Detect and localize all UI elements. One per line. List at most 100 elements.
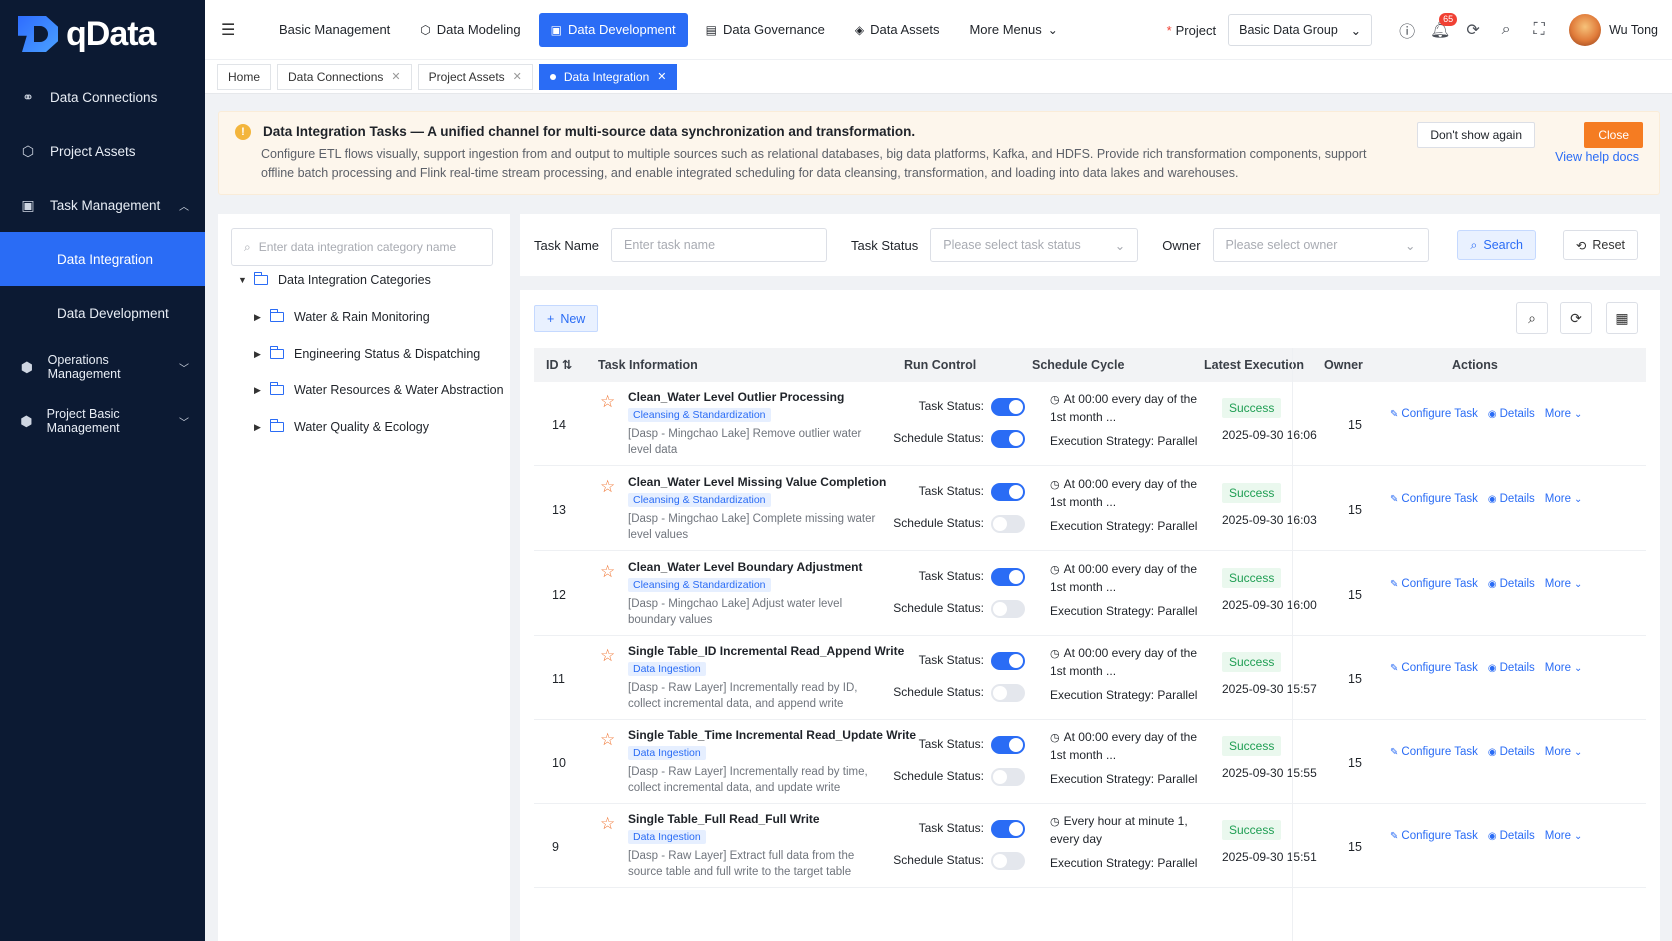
details-link[interactable]: ◉ Details [1488, 493, 1535, 505]
details-link[interactable]: ◉ Details [1488, 578, 1535, 590]
star-icon[interactable]: ☆ [600, 477, 615, 497]
task-status-select[interactable]: Please select task status ⌄ [930, 228, 1139, 262]
tree-node[interactable]: ▶ Water Quality & Ecology [254, 417, 429, 437]
configure-task-link[interactable]: ✎ Configure Task [1390, 578, 1478, 590]
more-dropdown[interactable]: More ⌄ [1545, 493, 1583, 505]
close-icon[interactable]: ✕ [513, 70, 522, 83]
close-icon[interactable]: ✕ [391, 70, 400, 83]
topnav-data-modeling[interactable]: ⬡ Data Modeling [408, 13, 532, 47]
bell-icon[interactable]: 🔔︎ 65 [1425, 13, 1458, 45]
tree-root[interactable]: ▼ Data Integration Categories [238, 270, 431, 290]
owner-select[interactable]: Please select owner ⌄ [1212, 228, 1429, 262]
sidebar-item-project-basic-management[interactable]: ⬢ Project Basic Management ﹀ [0, 394, 205, 448]
help-icon[interactable]: ⓘ [1392, 15, 1422, 45]
sidebar-item-data-connections[interactable]: ⚭ Data Connections [0, 70, 205, 124]
sidebar-item-project-assets[interactable]: ⬡ Project Assets [0, 124, 205, 178]
task-name-input[interactable]: Enter task name [611, 228, 828, 262]
schedule-status-toggle[interactable] [991, 600, 1025, 618]
avatar[interactable] [1569, 14, 1602, 46]
configure-task-link[interactable]: ✎ Configure Task [1390, 493, 1478, 505]
dont-show-again-button[interactable]: Don't show again [1417, 122, 1535, 148]
tab-project-assets[interactable]: Project Assets ✕ [417, 63, 533, 90]
refresh-icon[interactable]: ⟳ [1458, 15, 1488, 45]
configure-task-link[interactable]: ✎ Configure Task [1390, 746, 1478, 758]
menu-toggle-icon[interactable]: ☰ [221, 20, 237, 40]
header-task-info: Task Information [598, 358, 698, 372]
task-name[interactable]: Clean_Water Level Missing Value Completi… [628, 475, 886, 489]
tab-home[interactable]: Home [217, 63, 272, 90]
sidebar-item-operations-management[interactable]: ⬢ Operations Management ﹀ [0, 340, 205, 394]
close-notice-button[interactable]: Close [1584, 122, 1643, 148]
schedule-status-toggle[interactable] [991, 684, 1025, 702]
edit-icon: ✎ [1390, 578, 1399, 590]
star-icon[interactable]: ☆ [600, 646, 615, 666]
more-dropdown[interactable]: More ⌄ [1545, 578, 1583, 590]
configure-task-link[interactable]: ✎ Configure Task [1390, 408, 1478, 420]
task-name[interactable]: Single Table_Time Incremental Read_Updat… [628, 728, 916, 742]
new-task-button[interactable]: + New [534, 305, 599, 332]
details-link[interactable]: ◉ Details [1488, 830, 1535, 842]
schedule-status-toggle[interactable] [991, 430, 1025, 448]
tab-data-integration[interactable]: Data Integration ✕ [538, 63, 678, 90]
search-icon[interactable]: ⌕ [1491, 15, 1521, 45]
search-icon[interactable]: ⌕ [1516, 302, 1548, 334]
search-button[interactable]: ⌕ Search [1457, 230, 1536, 260]
topnav-data-governance[interactable]: ▤ Data Governance [694, 13, 837, 47]
task-status-toggle[interactable] [991, 652, 1025, 670]
sidebar-item-data-integration[interactable]: Data Integration [0, 232, 205, 286]
topnav-data-assets[interactable]: ◈ Data Assets [843, 13, 952, 47]
logo[interactable]: qData [0, 0, 205, 68]
task-name[interactable]: Single Table_ID Incremental Read_Append … [628, 644, 904, 658]
logo-text: qData [66, 14, 156, 53]
grid-view-icon[interactable]: ▦ [1606, 302, 1638, 334]
tree-node[interactable]: ▶ Water Resources & Water Abstraction [254, 380, 504, 400]
close-icon[interactable]: ✕ [657, 70, 666, 83]
star-icon[interactable]: ☆ [600, 814, 615, 834]
reset-button[interactable]: ⟲ Reset [1562, 230, 1638, 260]
header-owner: Owner [1324, 358, 1363, 372]
tab-data-connections[interactable]: Data Connections ✕ [277, 63, 412, 90]
tree-node[interactable]: ▶ Engineering Status & Dispatching [254, 344, 480, 364]
folder-icon [270, 309, 284, 322]
sidebar-item-data-development[interactable]: Data Development [0, 286, 205, 340]
schedule-text: Every hour at minute 1, every day [1050, 814, 1188, 846]
configure-task-link[interactable]: ✎ Configure Task [1390, 662, 1478, 674]
topnav-data-development[interactable]: ▣ Data Development [538, 12, 688, 47]
help-docs-link[interactable]: View help docs [1555, 150, 1639, 164]
more-dropdown[interactable]: More ⌄ [1545, 662, 1583, 674]
details-link[interactable]: ◉ Details [1488, 408, 1535, 420]
schedule-status-toggle[interactable] [991, 768, 1025, 786]
task-owner: 15 [1348, 503, 1362, 517]
configure-task-link[interactable]: ✎ Configure Task [1390, 830, 1478, 842]
caret-down-icon: ▼ [238, 275, 247, 285]
star-icon[interactable]: ☆ [600, 730, 615, 750]
topnav-basic-management[interactable]: Basic Management [267, 13, 402, 47]
header-id[interactable]: ID ⇅ [546, 348, 572, 382]
more-dropdown[interactable]: More ⌄ [1545, 830, 1583, 842]
refresh-icon[interactable]: ⟳ [1560, 302, 1592, 334]
fullscreen-icon[interactable]: ⛶ [1524, 15, 1554, 45]
task-status-toggle[interactable] [991, 820, 1025, 838]
task-name[interactable]: Single Table_Full Read_Full Write [628, 812, 820, 826]
task-status-toggle[interactable] [991, 398, 1025, 416]
details-link[interactable]: ◉ Details [1488, 662, 1535, 674]
task-status-toggle[interactable] [991, 736, 1025, 754]
more-dropdown[interactable]: More ⌄ [1545, 408, 1583, 420]
task-status-toggle[interactable] [991, 483, 1025, 501]
project-select[interactable]: Basic Data Group ⌄ [1228, 14, 1373, 46]
user-name[interactable]: Wu Tong [1609, 23, 1658, 37]
star-icon[interactable]: ☆ [600, 562, 615, 582]
task-status-toggle[interactable] [991, 568, 1025, 586]
star-icon[interactable]: ☆ [600, 392, 615, 412]
task-name[interactable]: Clean_Water Level Outlier Processing [628, 390, 844, 404]
topnav-more-menus[interactable]: More Menus ⌄ [957, 13, 1069, 47]
more-dropdown[interactable]: More ⌄ [1545, 746, 1583, 758]
details-link[interactable]: ◉ Details [1488, 746, 1535, 758]
tree-node[interactable]: ▶ Water & Rain Monitoring [254, 307, 430, 327]
schedule-status-toggle[interactable] [991, 515, 1025, 533]
task-name[interactable]: Clean_Water Level Boundary Adjustment [628, 560, 863, 574]
row-actions: ✎ Configure Task ◉ Details More ⌄ [1390, 578, 1582, 590]
sidebar-item-task-management[interactable]: ▣ Task Management ︿ [0, 178, 205, 232]
category-search-input[interactable]: ⌕ Enter data integration category name [231, 228, 493, 266]
schedule-status-toggle[interactable] [991, 852, 1025, 870]
